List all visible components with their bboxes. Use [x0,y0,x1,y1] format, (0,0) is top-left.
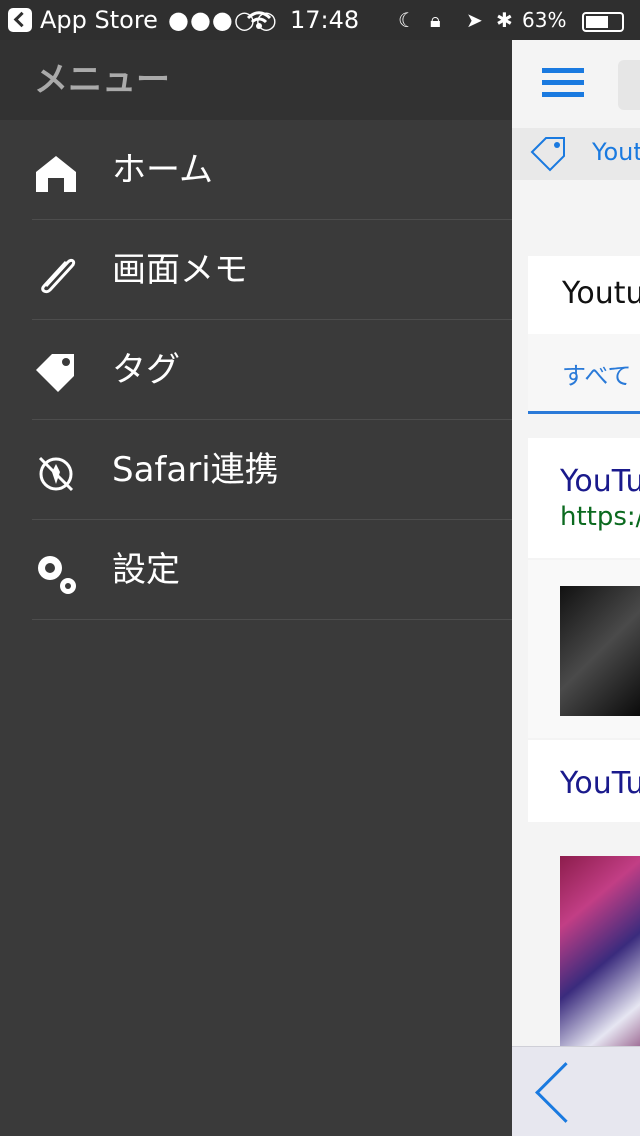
filter-tabs[interactable]: すべて [528,334,640,414]
tag-icon [36,354,74,392]
moon-icon: ☾ [398,8,416,32]
tab-underline [528,411,640,414]
section-title: Youtu [562,276,640,311]
lock-icon: 🔒︎ [430,8,441,32]
bluetooth-icon: ✱ [496,8,513,32]
side-menu: メニュー ホーム 画面メモ タグ Safari連携 設定 [0,40,512,1136]
menu-item-tag[interactable]: タグ [0,320,512,420]
battery-icon [582,12,624,32]
divider [32,619,512,620]
main-content-panel: Yout Youtu すべて YouTu https:/ YouTu [512,40,640,1136]
tab-all[interactable]: すべて [562,356,631,391]
back-arrow-icon[interactable] [535,1062,596,1123]
gear-icon [38,556,76,594]
time: 17:48 [290,6,360,34]
menu-item-label: 設定 [112,550,180,590]
tag-text: Yout [592,138,640,166]
result-title-1[interactable]: YouTu [560,464,640,499]
back-to-app-icon[interactable] [8,8,32,32]
menu-item-label: Safari連携 [112,450,279,490]
video-thumbnail-1[interactable] [560,586,640,716]
status-bar: App Store ●●●○○ 17:48 ☾ 🔒︎ ➤ ✱ 63% [0,0,640,40]
tag-outline-icon [530,137,565,172]
result-url-1: https:/ [560,502,640,532]
menu-item-safari[interactable]: Safari連携 [0,420,512,520]
menu-item-label: 画面メモ [112,250,248,290]
section-card: Youtu [528,256,640,334]
paperclip-icon [41,258,76,294]
hamburger-menu-icon[interactable] [542,68,584,98]
menu-title: メニュー [0,40,512,120]
location-arrow-icon: ➤ [466,8,483,32]
video-thumbnail-2[interactable] [560,856,640,1076]
bottom-toolbar [512,1046,640,1136]
battery-percent: 63% [522,8,567,32]
menu-item-home[interactable]: ホーム [0,120,512,220]
menu-item-label: ホーム [112,150,213,190]
menu-item-settings[interactable]: 設定 [0,520,512,620]
home-icon [36,156,76,192]
result-title-2[interactable]: YouTu [560,766,640,801]
menu-item-screen-memo[interactable]: 画面メモ [0,220,512,320]
top-bar-button[interactable] [618,60,640,110]
tag-bar[interactable]: Yout [512,128,640,180]
back-app-label[interactable]: App Store [40,0,158,40]
wifi-icon [246,0,272,40]
menu-item-label: タグ [112,350,180,390]
safari-icon [38,456,74,492]
